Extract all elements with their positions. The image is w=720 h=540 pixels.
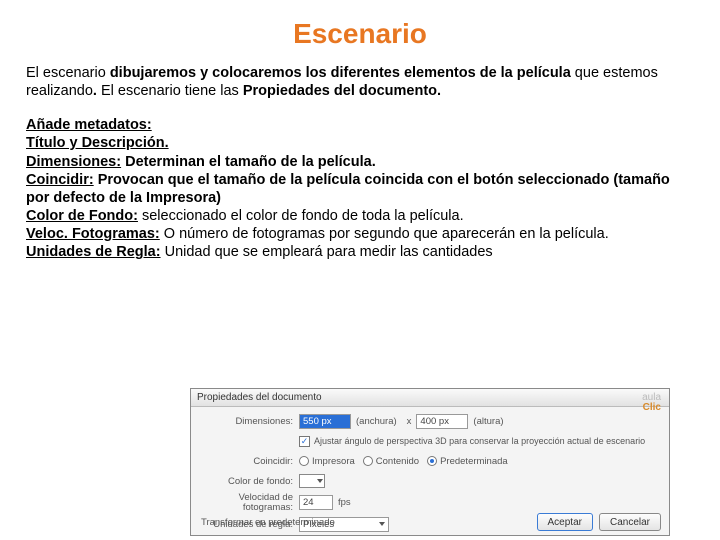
chevron-down-icon (379, 522, 385, 526)
radio-content[interactable]: Contenido (363, 456, 419, 467)
dialog-footer: Aceptar Cancelar (537, 513, 662, 531)
dim-x: x (407, 416, 412, 427)
lbl-fps: Velocidad de fotogramas: (199, 493, 299, 512)
row-dimensions: Dimensiones: 550 px (anchura) x 400 px (… (199, 413, 661, 429)
input-fps[interactable]: 24 (299, 495, 333, 510)
lbl-dimensions: Dimensiones: (199, 416, 299, 427)
meta-line1: Título y Descripción. (26, 135, 169, 151)
coin-text: Provocan que el tamaño de la película co… (26, 172, 670, 206)
p1-d: El escenario tiene las (97, 83, 243, 99)
wm-clic: Clic (643, 402, 661, 413)
adjust-text: Ajustar ángulo de perspectiva 3D para co… (314, 436, 645, 446)
fps-unit: fps (338, 497, 351, 508)
radio-printer[interactable]: Impresora (299, 456, 355, 467)
make-default-link[interactable]: Transformar en predeterminado (201, 517, 335, 528)
p1-a: El escenario (26, 65, 110, 81)
definitions-block: Añade metadatos: Título y Descripción. D… (26, 116, 694, 261)
dialog-title: Propiedades del documento (191, 389, 669, 407)
watermark: aula Clic (642, 393, 661, 413)
radio-group-match: Impresora Contenido Predeterminada (299, 456, 508, 467)
checkbox-adjust-3d[interactable]: ✓ (299, 436, 310, 447)
row-fps: Velocidad de fotogramas: 24 fps (199, 493, 661, 512)
ruler-text: Unidad que se empleará para medir las ca… (161, 244, 493, 260)
radio-default[interactable]: Predeterminada (427, 456, 508, 467)
lbl-match: Coincidir: (199, 456, 299, 467)
ruler-label: Unidades de Regla: (26, 244, 161, 260)
content-body: El escenario dibujaremos y colocaremos l… (0, 64, 720, 261)
fps-text: O número de fotogramas por segundo que a… (160, 226, 609, 242)
row-adjust: ✓ Ajustar ángulo de perspectiva 3D para … (199, 433, 661, 449)
lbl-bgcolor: Color de fondo: (199, 476, 299, 487)
bg-text: seleccionado el color de fondo de toda l… (138, 208, 464, 224)
row-match: Coincidir: Impresora Contenido Predeterm… (199, 453, 661, 469)
row-bgcolor: Color de fondo: (199, 473, 661, 489)
coin-label: Coincidir: (26, 172, 94, 188)
intro-paragraph: El escenario dibujaremos y colocaremos l… (26, 64, 694, 100)
fps-label: Veloc. Fotogramas: (26, 226, 160, 242)
chevron-down-icon (317, 479, 323, 483)
ok-button[interactable]: Aceptar (537, 513, 593, 531)
input-width[interactable]: 550 px (299, 414, 351, 429)
bg-label: Color de Fondo: (26, 208, 138, 224)
p1-b: dibujaremos y colocaremos los diferentes… (110, 65, 571, 81)
p1-e: Propiedades del documento. (243, 83, 441, 99)
dim-text: Determinan el tamaño de la película. (121, 154, 376, 170)
color-swatch[interactable] (299, 474, 325, 488)
cancel-button[interactable]: Cancelar (599, 513, 661, 531)
hint-width: (anchura) (356, 416, 397, 427)
dim-label: Dimensiones: (26, 154, 121, 170)
document-properties-dialog: Propiedades del documento aula Clic Dime… (190, 388, 670, 536)
meta-heading: Añade metadatos: (26, 117, 152, 133)
input-height[interactable]: 400 px (416, 414, 468, 429)
page-title: Escenario (0, 0, 720, 64)
hint-height: (altura) (473, 416, 503, 427)
